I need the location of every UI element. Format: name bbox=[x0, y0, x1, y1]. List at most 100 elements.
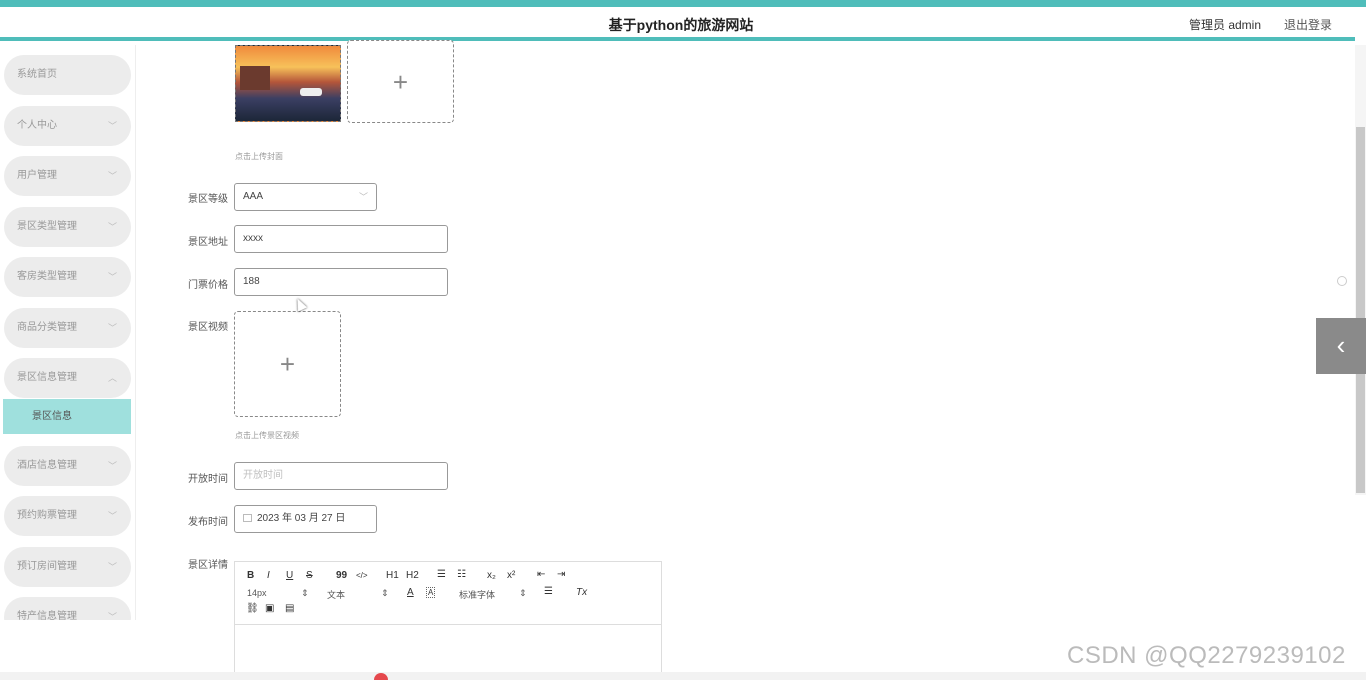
address-label: 景区地址 bbox=[188, 237, 228, 248]
code-block-button[interactable]: </> bbox=[356, 571, 368, 580]
ordered-list-button[interactable]: ☰ bbox=[437, 569, 446, 580]
scroll-thumb[interactable] bbox=[1356, 127, 1365, 493]
sidebar-item-label: 用户管理 bbox=[17, 170, 57, 181]
heading1-button[interactable]: H1 bbox=[386, 570, 399, 581]
bold-button[interactable]: B bbox=[247, 570, 254, 581]
top-accent-strip bbox=[0, 0, 1366, 7]
sidebar-item-home[interactable]: 系统首页 bbox=[4, 55, 131, 95]
sidebar-item-label: 预订房间管理 bbox=[17, 561, 77, 572]
record-dot-icon bbox=[374, 673, 388, 680]
chevron-down-icon: ﹀ bbox=[107, 323, 117, 333]
open-time-label: 开放时间 bbox=[188, 474, 228, 485]
font-size-select[interactable]: 14px bbox=[247, 588, 267, 598]
clear-format-button[interactable]: Tx bbox=[576, 587, 587, 598]
chevron-down-icon: ﹀ bbox=[107, 171, 117, 181]
cover-upload-hint: 点击上传封面 bbox=[235, 152, 283, 161]
sidebar-item-label: 商品分类管理 bbox=[17, 322, 77, 333]
settings-dot-icon[interactable] bbox=[1337, 276, 1347, 286]
chevron-down-icon: ﹀ bbox=[107, 612, 117, 620]
sidebar-item-room-bookings[interactable]: 预订房间管理 ﹀ bbox=[4, 547, 131, 587]
sidebar-item-scenic-info[interactable]: 景区信息管理 ︿ bbox=[4, 358, 131, 398]
font-family-select[interactable]: 标准字体 bbox=[459, 588, 495, 601]
sidebar-item-label: 景区信息管理 bbox=[17, 372, 77, 383]
subscript-button[interactable]: x₂ bbox=[487, 570, 496, 581]
sidebar-item-room-types[interactable]: 客房类型管理 ﹀ bbox=[4, 257, 131, 297]
calendar-icon bbox=[243, 514, 252, 522]
price-label: 门票价格 bbox=[188, 280, 228, 291]
background-color-icon[interactable]: A bbox=[426, 587, 436, 598]
align-icon[interactable]: ☰ bbox=[544, 586, 553, 597]
publish-date-picker[interactable]: 2023 年 03 月 27 日 bbox=[234, 505, 377, 533]
video-upload-hint: 点击上传景区视频 bbox=[235, 431, 299, 440]
sidebar-item-label: 景区类型管理 bbox=[17, 221, 77, 232]
sidebar-subitem-scenic-info[interactable]: 景区信息 bbox=[3, 399, 131, 434]
video-icon[interactable]: ▤ bbox=[285, 603, 294, 614]
underline-button[interactable]: U bbox=[286, 570, 293, 581]
open-time-input[interactable]: 开放时间 bbox=[234, 462, 448, 490]
sidebar-item-label: 预约购票管理 bbox=[17, 510, 77, 521]
logout-link[interactable]: 退出登录 bbox=[1284, 16, 1332, 33]
sidebar-item-label: 酒店信息管理 bbox=[17, 460, 77, 471]
italic-button[interactable]: I bbox=[267, 570, 270, 581]
chevron-down-icon: ﹀ bbox=[107, 222, 117, 232]
font-color-icon[interactable]: A bbox=[407, 587, 414, 598]
video-label: 景区视频 bbox=[188, 322, 228, 333]
chevron-down-icon: ﹀ bbox=[107, 272, 117, 282]
cover-upload-button[interactable]: + bbox=[347, 40, 454, 123]
blockquote-button[interactable]: 99 bbox=[336, 570, 347, 581]
sidebar-item-specialties[interactable]: 特产信息管理 ﹀ bbox=[4, 597, 131, 620]
sidebar-item-users[interactable]: 用户管理 ﹀ bbox=[4, 156, 131, 196]
bottom-bar bbox=[0, 672, 1366, 680]
heading2-button[interactable]: H2 bbox=[406, 570, 419, 581]
mouse-cursor bbox=[292, 296, 308, 312]
chevron-updown-icon: ⇕ bbox=[301, 588, 309, 598]
level-select[interactable]: AAA ﹀ bbox=[234, 183, 377, 211]
watermark: CSDN @QQ2279239102 bbox=[1067, 642, 1346, 669]
sidebar-item-product-categories[interactable]: 商品分类管理 ﹀ bbox=[4, 308, 131, 348]
chevron-updown-icon: ⇕ bbox=[381, 588, 389, 598]
app-header: 基于python的旅游网站 管理员 admin 退出登录 bbox=[0, 7, 1355, 41]
chevron-down-icon: ﹀ bbox=[358, 192, 368, 202]
sidebar-item-label: 客房类型管理 bbox=[17, 271, 77, 282]
level-label: 景区等级 bbox=[188, 194, 228, 205]
plus-icon: + bbox=[279, 349, 296, 379]
outdent-button[interactable]: ⇤ bbox=[537, 569, 545, 580]
sidebar-item-ticket-bookings[interactable]: 预约购票管理 ﹀ bbox=[4, 496, 131, 536]
text-style-select[interactable]: 文本 bbox=[327, 588, 345, 601]
sidebar: 系统首页 个人中心 ﹀ 用户管理 ﹀ 景区类型管理 ﹀ 客房类型管理 ﹀ 商品分类管理 ﹀… bbox=[0, 45, 136, 620]
indent-button[interactable]: ⇥ bbox=[557, 569, 565, 580]
level-value: AAA bbox=[243, 191, 264, 202]
superscript-button[interactable]: x² bbox=[507, 570, 515, 581]
cover-building-shape bbox=[240, 66, 270, 90]
chevron-down-icon: ﹀ bbox=[107, 511, 117, 521]
site-title: 基于python的旅游网站 bbox=[608, 17, 754, 33]
sidebar-item-label: 个人中心 bbox=[17, 120, 57, 131]
chevron-down-icon: ﹀ bbox=[107, 461, 117, 471]
video-upload-button[interactable]: + bbox=[234, 311, 341, 417]
current-user: 管理员 admin bbox=[1189, 18, 1262, 32]
chevron-left-icon[interactable]: ‹ bbox=[1316, 318, 1366, 374]
plus-icon: + bbox=[392, 66, 409, 97]
image-icon[interactable]: ▣ bbox=[265, 603, 274, 614]
publish-date-value: 2023 年 03 月 27 日 bbox=[257, 513, 346, 524]
detail-label: 景区详情 bbox=[188, 560, 228, 571]
bullet-list-button[interactable]: ☷ bbox=[457, 569, 466, 580]
sidebar-item-profile[interactable]: 个人中心 ﹀ bbox=[4, 106, 131, 146]
chevron-up-icon: ︿ bbox=[107, 373, 117, 383]
chevron-down-icon: ﹀ bbox=[107, 121, 117, 131]
page-scrollbar[interactable] bbox=[1355, 45, 1366, 495]
sidebar-item-hotels[interactable]: 酒店信息管理 ﹀ bbox=[4, 446, 131, 486]
cover-boat-shape bbox=[300, 88, 322, 96]
editor-toolbar: B I U S 99 </> H1 H2 ☰ ☷ x₂ x² ⇤ ⇥ 14px … bbox=[235, 562, 661, 625]
rich-text-editor[interactable]: B I U S 99 </> H1 H2 ☰ ☷ x₂ x² ⇤ ⇥ 14px … bbox=[234, 561, 662, 680]
address-input[interactable]: xxxx bbox=[234, 225, 448, 253]
price-input[interactable]: 188 bbox=[234, 268, 448, 296]
link-icon[interactable]: ⛓ bbox=[246, 603, 259, 614]
sidebar-item-label: 系统首页 bbox=[17, 69, 57, 80]
sidebar-item-label: 景区信息 bbox=[32, 411, 72, 422]
strike-button[interactable]: S bbox=[306, 570, 313, 581]
sidebar-item-scenic-types[interactable]: 景区类型管理 ﹀ bbox=[4, 207, 131, 247]
cover-image-preview[interactable] bbox=[235, 45, 341, 122]
chevron-down-icon: ﹀ bbox=[107, 562, 117, 572]
sidebar-item-label: 特产信息管理 bbox=[17, 611, 77, 620]
